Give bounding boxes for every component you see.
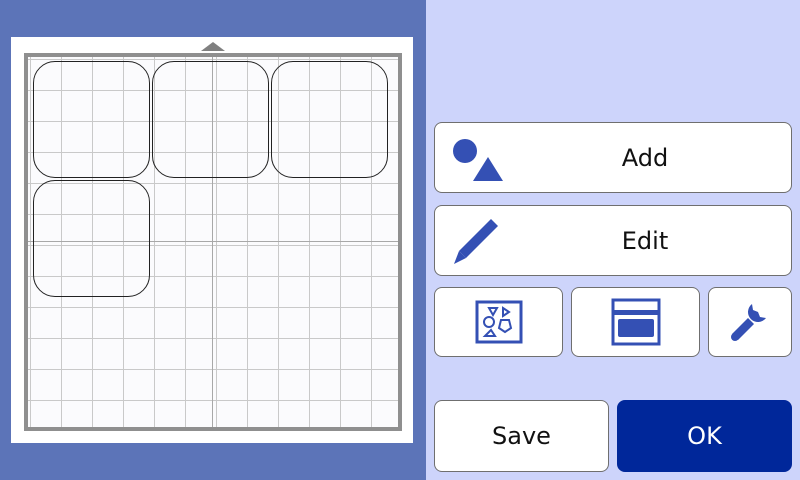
layout-button[interactable] [434, 287, 563, 357]
save-button[interactable]: Save [434, 400, 609, 472]
pencil-icon [454, 219, 498, 264]
add-button[interactable]: Add [434, 122, 792, 193]
shapes-icon [453, 139, 503, 181]
mat-origin-marker [201, 42, 225, 51]
scan-button[interactable] [571, 287, 700, 357]
edit-button[interactable]: Edit [434, 205, 792, 276]
settings-button[interactable] [708, 287, 792, 357]
edit-label: Edit [621, 226, 669, 255]
add-label: Add [621, 143, 669, 172]
ok-button[interactable]: OK [617, 400, 792, 472]
ok-label: OK [687, 422, 722, 450]
save-label: Save [492, 422, 551, 450]
pattern-shape[interactable] [152, 61, 269, 178]
pattern-shape[interactable] [271, 61, 388, 178]
scanner-icon [611, 298, 660, 346]
wrench-icon [731, 304, 766, 341]
pattern-layout-icon [475, 300, 522, 344]
pattern-shape[interactable] [33, 61, 150, 178]
pattern-shape[interactable] [33, 180, 150, 297]
